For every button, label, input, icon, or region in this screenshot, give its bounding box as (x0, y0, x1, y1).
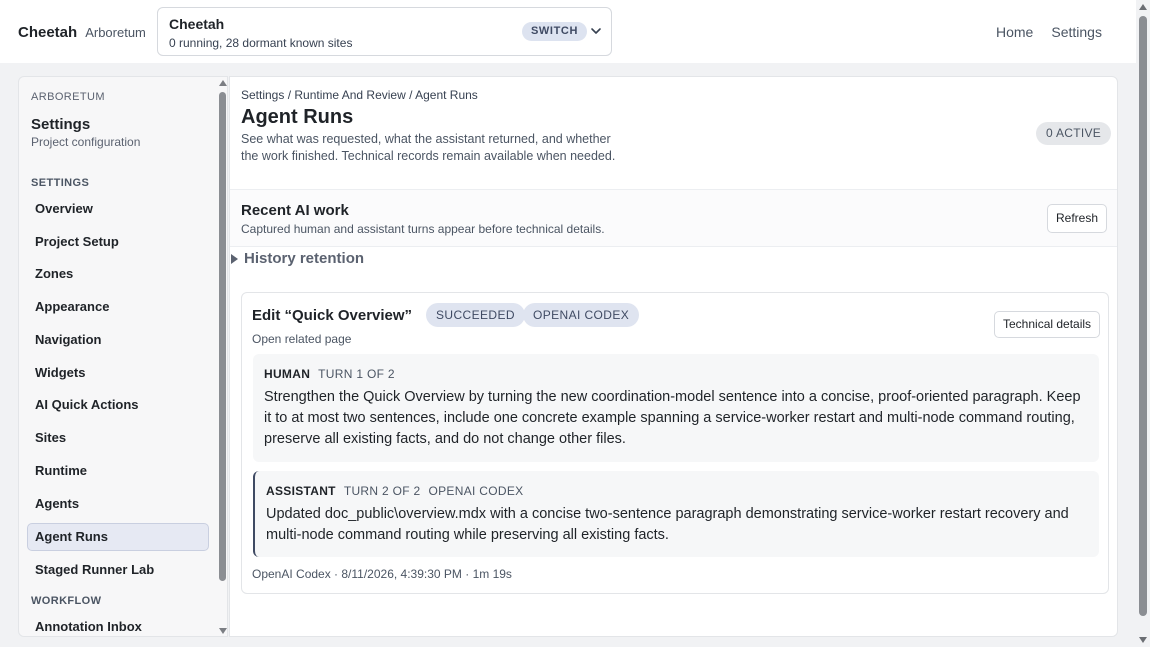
page-scroll-down-icon[interactable] (1139, 637, 1147, 643)
page-title: Agent Runs (241, 106, 354, 128)
turn-text: Strengthen the Quick Overview by turning… (264, 389, 1081, 447)
brand[interactable]: Cheetah Arboretum (18, 24, 146, 41)
sidebar-item-staged-runner-lab[interactable]: Staged Runner Lab (27, 556, 209, 584)
top-nav: Home Settings (996, 24, 1102, 40)
turn-provider: OPENAI CODEX (428, 484, 524, 498)
open-related-page-link[interactable]: Open related page (252, 332, 351, 346)
technical-details-button[interactable]: Technical details (994, 311, 1101, 338)
turn-text: Updated doc_public\overview.mdx with a c… (266, 506, 1069, 543)
turn-meta: ASSISTANT TURN 2 OF 2 OPENAI CODEX (266, 484, 523, 498)
breadcrumb: Settings / Runtime And Review / Agent Ru… (241, 88, 478, 102)
top-bar: Cheetah Arboretum Cheetah 0 running, 28 … (0, 0, 1136, 63)
recent-title: Recent AI work (241, 202, 349, 219)
sidebar-item-annotation-inbox[interactable]: Annotation Inbox (27, 613, 209, 636)
sidebar-item-project-setup[interactable]: Project Setup (27, 228, 209, 256)
chevron-down-icon[interactable] (588, 23, 604, 39)
switch-button[interactable]: SWITCH (522, 22, 587, 41)
divider (230, 246, 1117, 247)
scroll-down-arrow-icon[interactable] (219, 628, 227, 634)
turn-role: HUMAN (264, 367, 311, 381)
sidebar-item-sites[interactable]: Sites (27, 424, 209, 452)
sidebar-title: Settings (31, 116, 91, 133)
sidebar-item-runtime[interactable]: Runtime (27, 457, 209, 485)
sidebar-section-settings: SETTINGS (31, 177, 90, 189)
active-count-badge: 0 ACTIVE (1036, 122, 1112, 145)
sidebar: ARBORETUM Settings Project configuration… (18, 76, 228, 637)
switcher-subtitle: 0 running, 28 dormant known sites (169, 36, 353, 50)
disclosure-triangle-icon (231, 253, 238, 264)
status-badge: SUCCEEDED (426, 303, 525, 327)
run-footer: OpenAI Codex · 8/11/2026, 4:39:30 PM · 1… (252, 567, 512, 581)
sidebar-item-overview[interactable]: Overview (27, 195, 209, 223)
page-scroll-up-icon[interactable] (1139, 4, 1147, 10)
provider-badge: OPENAI CODEX (523, 303, 640, 327)
switcher-title: Cheetah (169, 16, 225, 32)
brand-name: Cheetah (18, 24, 78, 41)
recent-subtitle: Captured human and assistant turns appea… (241, 222, 605, 236)
page-description: See what was requested, what the assista… (241, 132, 616, 163)
human-turn: HUMAN TURN 1 OF 2 Strengthen the Quick O… (253, 354, 1099, 462)
brand-subtitle: Arboretum (85, 25, 146, 40)
sidebar-item-agents[interactable]: Agents (27, 490, 209, 518)
turn-meta: HUMAN TURN 1 OF 2 (264, 367, 395, 381)
nav-settings-link[interactable]: Settings (1051, 24, 1102, 40)
site-switcher[interactable]: Cheetah 0 running, 28 dormant known site… (157, 7, 612, 56)
history-retention-label: History retention (244, 250, 365, 267)
scroll-up-arrow-icon[interactable] (219, 80, 227, 86)
recent-ai-work-header: Recent AI work Captured human and assist… (230, 190, 1117, 246)
turn-number: TURN 1 OF 2 (318, 367, 395, 381)
sidebar-item-ai-quick-actions[interactable]: AI Quick Actions (27, 391, 209, 419)
run-card: Edit “Quick Overview” SUCCEEDED OPENAI C… (241, 292, 1109, 594)
assistant-turn: ASSISTANT TURN 2 OF 2 OPENAI CODEX Updat… (253, 471, 1099, 557)
sidebar-kicker: ARBORETUM (31, 91, 105, 103)
turn-number: TURN 2 OF 2 (343, 484, 421, 498)
nav-home-link[interactable]: Home (996, 24, 1033, 40)
sidebar-scroll-thumb[interactable] (219, 92, 226, 581)
sidebar-item-navigation[interactable]: Navigation (27, 326, 209, 354)
sidebar-section-workflow: WORKFLOW (31, 595, 102, 607)
sidebar-subtitle: Project configuration (31, 135, 141, 149)
sidebar-item-agent-runs[interactable]: Agent Runs (27, 523, 209, 551)
turn-role: ASSISTANT (266, 484, 336, 498)
main-panel: Settings / Runtime And Review / Agent Ru… (229, 76, 1118, 637)
sidebar-item-widgets[interactable]: Widgets (27, 359, 209, 387)
sidebar-item-appearance[interactable]: Appearance (27, 293, 209, 321)
sidebar-item-zones[interactable]: Zones (27, 260, 209, 288)
refresh-button[interactable]: Refresh (1047, 204, 1108, 233)
history-retention-toggle[interactable]: History retention (231, 250, 364, 267)
run-title: Edit “Quick Overview” (252, 307, 413, 324)
page-scroll-thumb[interactable] (1139, 16, 1147, 616)
